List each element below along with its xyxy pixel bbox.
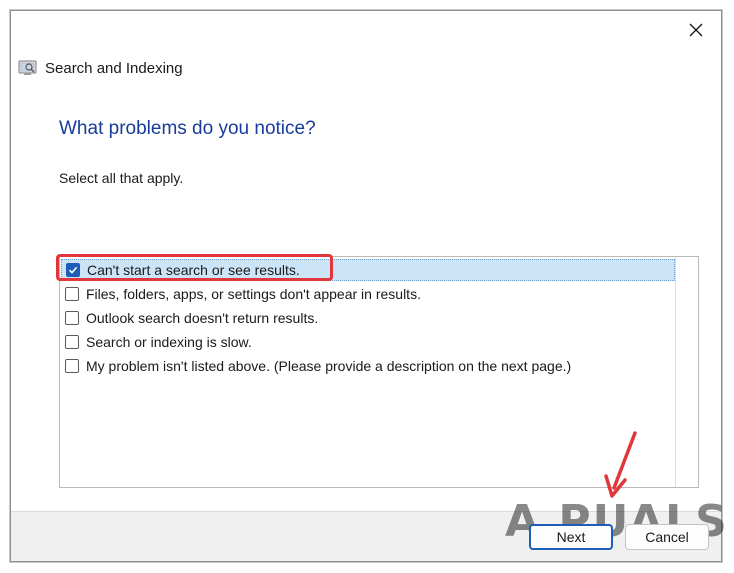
checkbox[interactable] — [65, 287, 79, 301]
option-not-listed[interactable]: My problem isn't listed above. (Please p… — [61, 355, 675, 377]
window-title: Search and Indexing — [45, 59, 183, 77]
option-label: Can't start a search or see results. — [87, 262, 300, 278]
option-label: Files, folders, apps, or settings don't … — [86, 286, 421, 302]
option-label: My problem isn't listed above. (Please p… — [86, 358, 572, 374]
search-indexing-icon — [18, 58, 38, 78]
option-cant-start-search[interactable]: Can't start a search or see results. — [61, 259, 675, 281]
problem-options-list[interactable]: Can't start a search or see results. Fil… — [59, 256, 699, 488]
instruction-text: Select all that apply. — [59, 170, 184, 186]
close-icon — [689, 23, 703, 37]
checkbox[interactable] — [65, 311, 79, 325]
option-outlook-search[interactable]: Outlook search doesn't return results. — [61, 307, 675, 329]
next-button[interactable]: Next — [529, 524, 613, 550]
checkbox[interactable] — [65, 359, 79, 373]
option-slow-indexing[interactable]: Search or indexing is slow. — [61, 331, 675, 353]
cancel-button[interactable]: Cancel — [625, 524, 709, 550]
page-heading: What problems do you notice? — [59, 118, 316, 139]
option-label: Search or indexing is slow. — [86, 334, 252, 350]
option-label: Outlook search doesn't return results. — [86, 310, 319, 326]
checkbox[interactable] — [65, 335, 79, 349]
dialog-footer — [11, 511, 721, 561]
title-bar: Search and Indexing — [18, 56, 183, 80]
close-button[interactable] — [682, 16, 710, 44]
list-divider — [675, 257, 676, 487]
checkbox-checked[interactable] — [66, 263, 80, 277]
option-files-not-in-results[interactable]: Files, folders, apps, or settings don't … — [61, 283, 675, 305]
checkmark-icon — [68, 266, 78, 274]
